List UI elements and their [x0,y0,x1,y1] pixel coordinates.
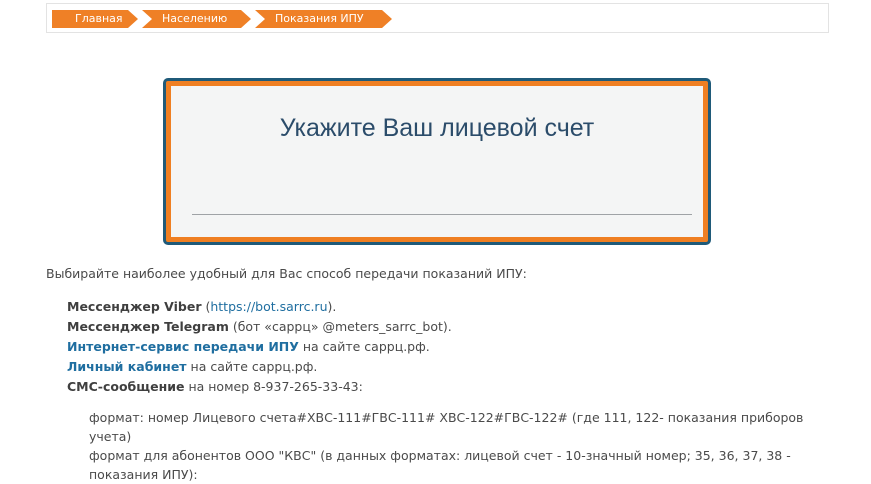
breadcrumb-meter-readings[interactable]: Показания ИПУ [255,10,392,28]
account-number-input[interactable] [192,180,692,215]
personal-cabinet-link[interactable]: Личный кабинет [67,359,187,374]
breadcrumb-home[interactable]: Главная [52,10,138,28]
sms-number-text: на номер 8-937-265-33-43: [184,379,363,394]
sms-label: СМС-сообщение [67,379,185,394]
methods-intro: Выбирайте наиболее удобный для Вас спосо… [46,266,527,281]
viber-paren-close: ). [327,299,337,314]
personal-cabinet-text: на сайте саррц.рф. [186,359,318,374]
method-sms: СМС-сообщение на номер 8-937-265-33-43: [67,377,452,397]
method-personal-cabinet: Личный кабинет на сайте саррц.рф. [67,357,452,377]
method-internet-service: Интернет-сервис передачи ИПУ на сайте са… [67,337,452,357]
telegram-label: Мессенджер Telegram [67,319,229,334]
internet-service-link[interactable]: Интернет-сервис передачи ИПУ [67,339,299,354]
telegram-bot-text: (бот «саррц» @meters_sarrc_bot). [228,319,452,334]
account-number-form: Укажите Ваш лицевой счет [171,86,703,237]
sms-format-kvs: формат для абонентов ООО "КВС" (в данных… [89,448,791,482]
method-telegram: Мессенджер Telegram (бот «саррц» @meters… [67,317,452,337]
breadcrumb: Главная Населению Показания ИПУ [46,3,829,33]
account-number-title: Укажите Ваш лицевой счет [279,114,595,142]
viber-label: Мессенджер Viber [67,299,202,314]
viber-bot-link[interactable]: https://bot.sarrc.ru [210,299,327,314]
submission-methods-list: Мессенджер Viber (https://bot.sarrc.ru).… [67,297,452,397]
sms-format-standard: формат: номер Лицевого счета#ХВС-111#ГВС… [89,410,804,444]
breadcrumb-residents[interactable]: Населению [142,10,251,28]
sms-formats: формат: номер Лицевого счета#ХВС-111#ГВС… [89,408,829,484]
account-number-panel: Укажите Ваш лицевой счет [163,78,711,245]
internet-service-text: на сайте саррц.рф. [298,339,430,354]
method-viber: Мессенджер Viber (https://bot.sarrc.ru). [67,297,452,317]
